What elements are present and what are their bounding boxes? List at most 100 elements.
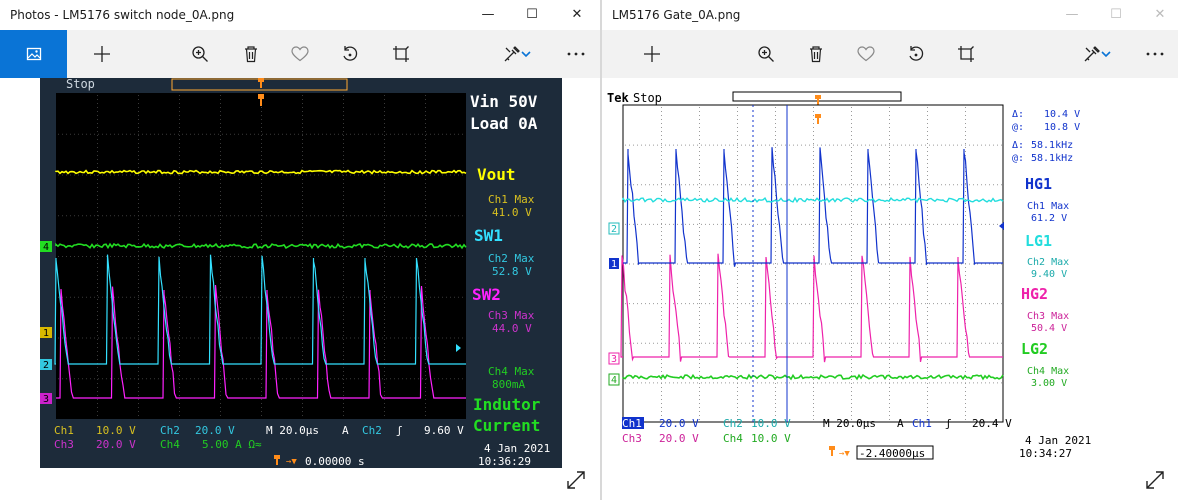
svg-text:1: 1 xyxy=(43,328,49,339)
horizontal-position: -2.40000µs xyxy=(859,447,925,460)
svg-text:Δ:: Δ: xyxy=(1012,109,1024,120)
minimize-icon[interactable]: — xyxy=(1050,0,1094,30)
svg-text:2: 2 xyxy=(611,224,617,235)
svg-text:9.60 V: 9.60 V xyxy=(424,424,464,437)
ch2-max-value: 52.8 V xyxy=(492,265,532,278)
more-icon[interactable] xyxy=(1137,30,1173,78)
window-title: Photos - LM5176 switch node_0A.png xyxy=(10,8,235,22)
channel-marker-3: 3 xyxy=(40,393,52,405)
chevron-down-icon[interactable] xyxy=(516,30,536,78)
ch1-max-label: Ch1 Max xyxy=(1027,201,1069,212)
ch1-max-value: 61.2 V xyxy=(1031,213,1067,224)
channel-marker-3: 3 xyxy=(608,352,620,365)
label-vout: Vout xyxy=(477,165,516,184)
svg-text:1: 1 xyxy=(611,259,617,270)
svg-text:3: 3 xyxy=(43,394,49,405)
svg-text:@:: @: xyxy=(1012,122,1024,133)
ch2-max-value: 9.40 V xyxy=(1031,269,1067,280)
svg-text:Ch2: Ch2 xyxy=(362,424,382,437)
svg-text:Ch3: Ch3 xyxy=(622,432,642,445)
more-icon[interactable] xyxy=(558,30,594,78)
label-sw1: SW1 xyxy=(474,226,503,245)
svg-text:Δ:: Δ: xyxy=(1012,140,1024,151)
close-icon[interactable]: ✕ xyxy=(555,0,599,30)
label-lg1: LG1 xyxy=(1025,232,1052,250)
scope-display: Stop 4 1 2 3 Vin 50V Load 0A Vout Ch1 Ma… xyxy=(40,77,562,468)
svg-text:Ch2: Ch2 xyxy=(160,424,180,437)
image-icon[interactable] xyxy=(0,30,67,78)
horizontal-position: 0.00000 s xyxy=(305,455,365,468)
channel-marker-2: 2 xyxy=(608,222,620,235)
ch1-max-label: Ch1 Max xyxy=(488,193,535,206)
channel-marker-4: 4 xyxy=(608,373,620,386)
svg-text:10.0 V: 10.0 V xyxy=(751,417,791,430)
svg-text:Ch1: Ch1 xyxy=(622,417,642,430)
svg-text:20.0 V: 20.0 V xyxy=(96,438,136,451)
svg-text:ʃ: ʃ xyxy=(945,417,952,430)
svg-text:Ch2: Ch2 xyxy=(723,417,743,430)
minimize-icon[interactable]: — xyxy=(466,0,510,30)
svg-text:4: 4 xyxy=(611,375,617,386)
ch3-max-value: 44.0 V xyxy=(492,322,532,335)
heart-icon[interactable] xyxy=(282,30,318,78)
crop-icon[interactable] xyxy=(383,30,419,78)
zoom-in-icon[interactable] xyxy=(182,30,218,78)
close-icon[interactable]: ✕ xyxy=(1138,0,1178,30)
scope-display: Tek Stop 2 1 3 4 Δ: 10.4 V @: 10.8 V Δ: … xyxy=(607,87,1117,462)
ch2-max-label: Ch2 Max xyxy=(1027,257,1069,268)
title-bar[interactable]: Photos - LM5176 switch node_0A.png — ☐ ✕ xyxy=(0,0,601,30)
svg-text:3: 3 xyxy=(611,354,617,365)
oscilloscope-screenshot-left: Stop 4 1 2 3 Vin 50V Load 0A Vout Ch1 Ma… xyxy=(40,77,562,468)
svg-text:20.0 V: 20.0 V xyxy=(195,424,235,437)
svg-text:A: A xyxy=(342,424,349,437)
label-inductor: Indutor xyxy=(473,395,540,414)
label-hg1: HG1 xyxy=(1025,175,1052,193)
maximize-icon[interactable]: ☐ xyxy=(1094,0,1138,30)
delete-icon[interactable] xyxy=(233,30,269,78)
expand-icon[interactable] xyxy=(566,470,588,492)
scope-time: 10:34:27 xyxy=(1019,447,1072,460)
label-current: Current xyxy=(473,416,540,435)
photos-window-left: Photos - LM5176 switch node_0A.png — ☐ ✕ xyxy=(0,0,601,500)
label-lg2: LG2 xyxy=(1021,340,1048,358)
annotation-vin: Vin 50V xyxy=(470,92,538,111)
add-button[interactable] xyxy=(634,30,670,78)
svg-text:10.0 V: 10.0 V xyxy=(751,432,791,445)
ch4-max-label: Ch4 Max xyxy=(1027,366,1069,377)
scope-date: 4 Jan 2021 xyxy=(1025,434,1091,447)
ch3-max-label: Ch3 Max xyxy=(1027,311,1069,322)
toolbar xyxy=(0,30,601,78)
scope-time: 10:36:29 xyxy=(478,455,531,468)
title-bar[interactable]: LM5176 Gate_0A.png — ☐ ✕ xyxy=(602,0,1178,30)
scope-status: Stop xyxy=(66,78,95,91)
channel-marker-1: 1 xyxy=(40,327,52,339)
channel-marker-1: 1 xyxy=(609,258,619,270)
heart-icon[interactable] xyxy=(848,30,884,78)
svg-text:Ch1: Ch1 xyxy=(912,417,932,430)
add-button[interactable] xyxy=(84,30,120,78)
ch4-max-label: Ch4 Max xyxy=(488,365,535,378)
crop-icon[interactable] xyxy=(948,30,984,78)
svg-text:58.1kHz: 58.1kHz xyxy=(1031,140,1073,151)
chevron-down-icon[interactable] xyxy=(1096,30,1116,78)
toolbar xyxy=(602,30,1178,78)
maximize-icon[interactable]: ☐ xyxy=(510,0,554,30)
svg-text:20.0 V: 20.0 V xyxy=(659,417,699,430)
delete-icon[interactable] xyxy=(798,30,834,78)
label-sw2: SW2 xyxy=(472,285,501,304)
channel-marker-4: 4 xyxy=(40,241,52,253)
svg-text:10.8 V: 10.8 V xyxy=(1044,122,1080,133)
channel-marker-2: 2 xyxy=(40,359,52,371)
svg-text:Ch1: Ch1 xyxy=(54,424,74,437)
scope-status: Stop xyxy=(633,91,662,105)
svg-text:4: 4 xyxy=(43,242,49,253)
zoom-in-icon[interactable] xyxy=(748,30,784,78)
expand-icon[interactable] xyxy=(1145,470,1167,492)
svg-text:20.0 V: 20.0 V xyxy=(659,432,699,445)
rotate-icon[interactable] xyxy=(898,30,934,78)
rotate-icon[interactable] xyxy=(332,30,368,78)
svg-text:M 20.0µs: M 20.0µs xyxy=(823,417,876,430)
ch4-max-value: 3.00 V xyxy=(1031,378,1067,389)
window-title: LM5176 Gate_0A.png xyxy=(612,8,741,22)
svg-text:→▼: →▼ xyxy=(839,449,850,459)
